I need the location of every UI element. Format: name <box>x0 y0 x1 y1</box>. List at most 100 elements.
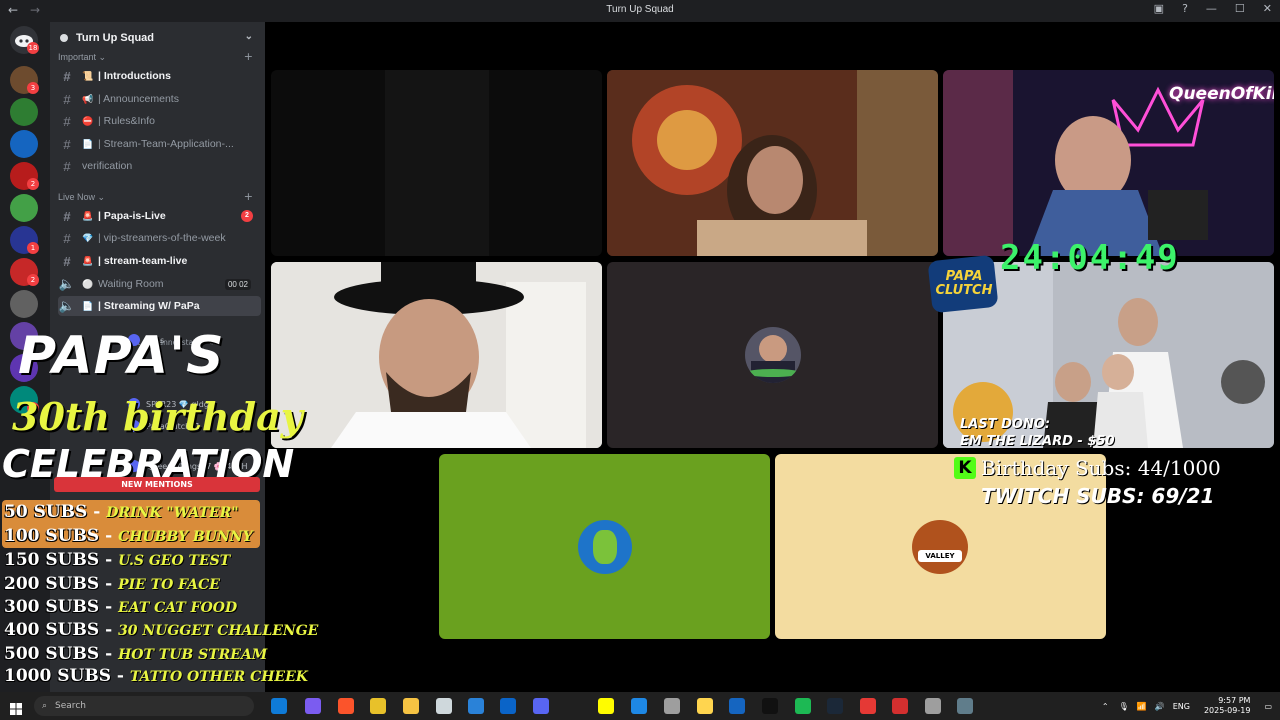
app-icon[interactable] <box>729 698 745 714</box>
file-explorer-icon[interactable] <box>403 698 419 714</box>
channel-item[interactable]: # 🚨 | Papa-is-Live 2 <box>58 206 261 226</box>
microphone-icon[interactable]: 🎙 <box>1119 702 1129 711</box>
discord-icon[interactable] <box>533 698 549 714</box>
app-icon[interactable] <box>957 698 973 714</box>
hash-icon: # <box>63 230 71 246</box>
windows-start-icon[interactable] <box>10 700 22 715</box>
channel-emoji-icon: ⛔ <box>82 115 94 126</box>
app-icon[interactable] <box>860 698 876 714</box>
network-icon[interactable]: 📶 <box>1137 702 1147 711</box>
channel-item[interactable]: # ⛔ | Rules&Info <box>58 111 261 131</box>
sub-goal-reward: 30 NUGGET CHALLENGE <box>118 623 319 639</box>
app-icon[interactable] <box>762 698 778 714</box>
app-icon[interactable] <box>697 698 713 714</box>
clock-time: 9:57 PM <box>1218 696 1251 705</box>
voice-channel-item[interactable]: 🔈 ⚪ Waiting Room 00 02 <box>58 274 261 294</box>
add-channel-icon[interactable]: + <box>244 190 253 203</box>
channel-item[interactable]: # 🚨 | stream-team-live <box>58 251 261 271</box>
video-tile-tapestry[interactable] <box>607 70 938 256</box>
valley-label: VALLEY <box>918 550 962 562</box>
video-tile-dark[interactable] <box>271 70 602 256</box>
taskbar-search[interactable]: ⌕ Search <box>34 696 254 716</box>
steam-icon[interactable] <box>827 698 843 714</box>
app-icon[interactable] <box>892 698 908 714</box>
video-tile-cowboy[interactable] <box>271 262 602 448</box>
snapchat-icon[interactable] <box>598 698 614 714</box>
category-important[interactable]: Important ⌄ <box>58 52 106 63</box>
channel-emoji-icon: 📢 <box>82 93 94 104</box>
server-badge: 2 <box>27 274 39 286</box>
channel-item[interactable]: # 💎 | vip-streamers-of-the-week <box>58 228 261 248</box>
edge-icon[interactable] <box>271 698 287 714</box>
close-button[interactable]: ✕ <box>1263 2 1272 15</box>
search-icon: ⌕ <box>42 701 48 711</box>
speaker-icon: 🔈 <box>58 276 76 291</box>
notification-icon[interactable]: ▭ <box>1264 702 1272 711</box>
server-icon[interactable] <box>10 194 38 222</box>
brave-icon[interactable] <box>338 698 354 714</box>
speaker-icon: 🔈 <box>58 298 76 313</box>
hash-icon: # <box>63 253 71 269</box>
server-icon[interactable] <box>10 98 38 126</box>
user-avatar: VALLEY <box>912 520 968 574</box>
channel-item[interactable]: # 📄 | Stream-Team-Application-... <box>58 134 261 154</box>
outlook-icon[interactable] <box>500 698 516 714</box>
server-icon[interactable] <box>10 290 38 318</box>
minimize-button[interactable]: — <box>1206 2 1217 15</box>
video-tile-valley[interactable]: VALLEY <box>775 454 1106 639</box>
channel-emoji-icon: ⚪ <box>82 278 94 289</box>
video-tile-avatar[interactable] <box>607 262 938 448</box>
inbox-icon[interactable]: ▣ <box>1154 2 1164 15</box>
channel-item[interactable]: # 📜 | Introductions <box>58 66 261 86</box>
channel-emoji-icon: 📜 <box>82 70 94 81</box>
home-badge: 18 <box>27 42 39 54</box>
add-channel-icon[interactable]: + <box>244 50 253 63</box>
sub-goal-count: 400 SUBS <box>4 620 100 640</box>
channel-emoji-icon: 🚨 <box>82 210 94 221</box>
sub-goal-row: 100 SUBS - CHUBBY BUNNY <box>4 526 253 546</box>
channel-label: verification <box>82 160 133 172</box>
video-tile-queen[interactable]: QueenOfKings17 <box>943 70 1274 256</box>
category-live-now[interactable]: Live Now ⌄ <box>58 192 105 203</box>
sub-goal-reward: CHUBBY BUNNY <box>118 529 253 545</box>
voice-channel-item[interactable]: 🔈 📄 | Streaming W/ PaPa <box>58 296 261 316</box>
channel-label: | Streaming W/ PaPa <box>98 300 200 312</box>
language-indicator[interactable]: ENG <box>1173 702 1190 711</box>
channel-item[interactable]: # verification <box>58 156 261 176</box>
system-tray: ⌃ 🎙 📶 🔊 ENG 9:57 PM 2025-09-19 ▭ <box>1102 692 1280 720</box>
server-badge: 2 <box>27 178 39 190</box>
spotify-icon[interactable] <box>795 698 811 714</box>
chevron-down-icon[interactable]: ⌄ <box>245 31 253 42</box>
channel-label: Waiting Room <box>98 278 164 290</box>
app-icon[interactable] <box>664 698 680 714</box>
settings-icon[interactable] <box>925 698 941 714</box>
webcam-image <box>607 70 938 256</box>
sub-goal-row: 1000 SUBS - TATTO OTHER CHEEK <box>4 666 308 686</box>
sub-goal-count: 500 SUBS <box>4 644 100 664</box>
clock[interactable]: 9:57 PM 2025-09-19 <box>1204 696 1251 716</box>
sub-goal-row: 50 SUBS - DRINK "WATER" <box>4 502 239 522</box>
volume-icon[interactable]: 🔊 <box>1155 702 1165 711</box>
video-tile-grinch[interactable] <box>439 454 770 639</box>
copilot-icon[interactable] <box>305 698 321 714</box>
chrome-icon[interactable] <box>370 698 386 714</box>
store-icon[interactable] <box>468 698 484 714</box>
server-badge: 1 <box>27 242 39 254</box>
server-icon[interactable] <box>10 130 38 158</box>
user-avatar <box>745 327 801 383</box>
chevron-up-icon[interactable]: ⌃ <box>1102 702 1109 711</box>
help-icon[interactable]: ? <box>1182 2 1188 15</box>
guild-header[interactable]: Turn Up Squad ⌄ <box>50 22 265 54</box>
windows-taskbar: ⌕ Search ⌃ 🎙 📶 🔊 ENG 9:57 PM 2025-09-19 … <box>0 692 1280 720</box>
maximize-button[interactable]: ☐ <box>1235 2 1245 15</box>
dell-icon[interactable] <box>436 698 452 714</box>
channel-emoji-icon: 🚨 <box>82 255 94 266</box>
user-avatar <box>578 520 632 574</box>
channel-label: | Papa-is-Live <box>98 210 166 222</box>
sub-goal-count: 1000 SUBS <box>4 666 111 686</box>
channel-item[interactable]: # 📢 | Announcements <box>58 89 261 109</box>
new-mentions-pill[interactable]: NEW MENTIONS <box>54 477 260 492</box>
app-icon[interactable] <box>631 698 647 714</box>
sub-goal-reward: PIE TO FACE <box>118 577 220 593</box>
sub-goal-count: 100 SUBS <box>4 526 100 546</box>
